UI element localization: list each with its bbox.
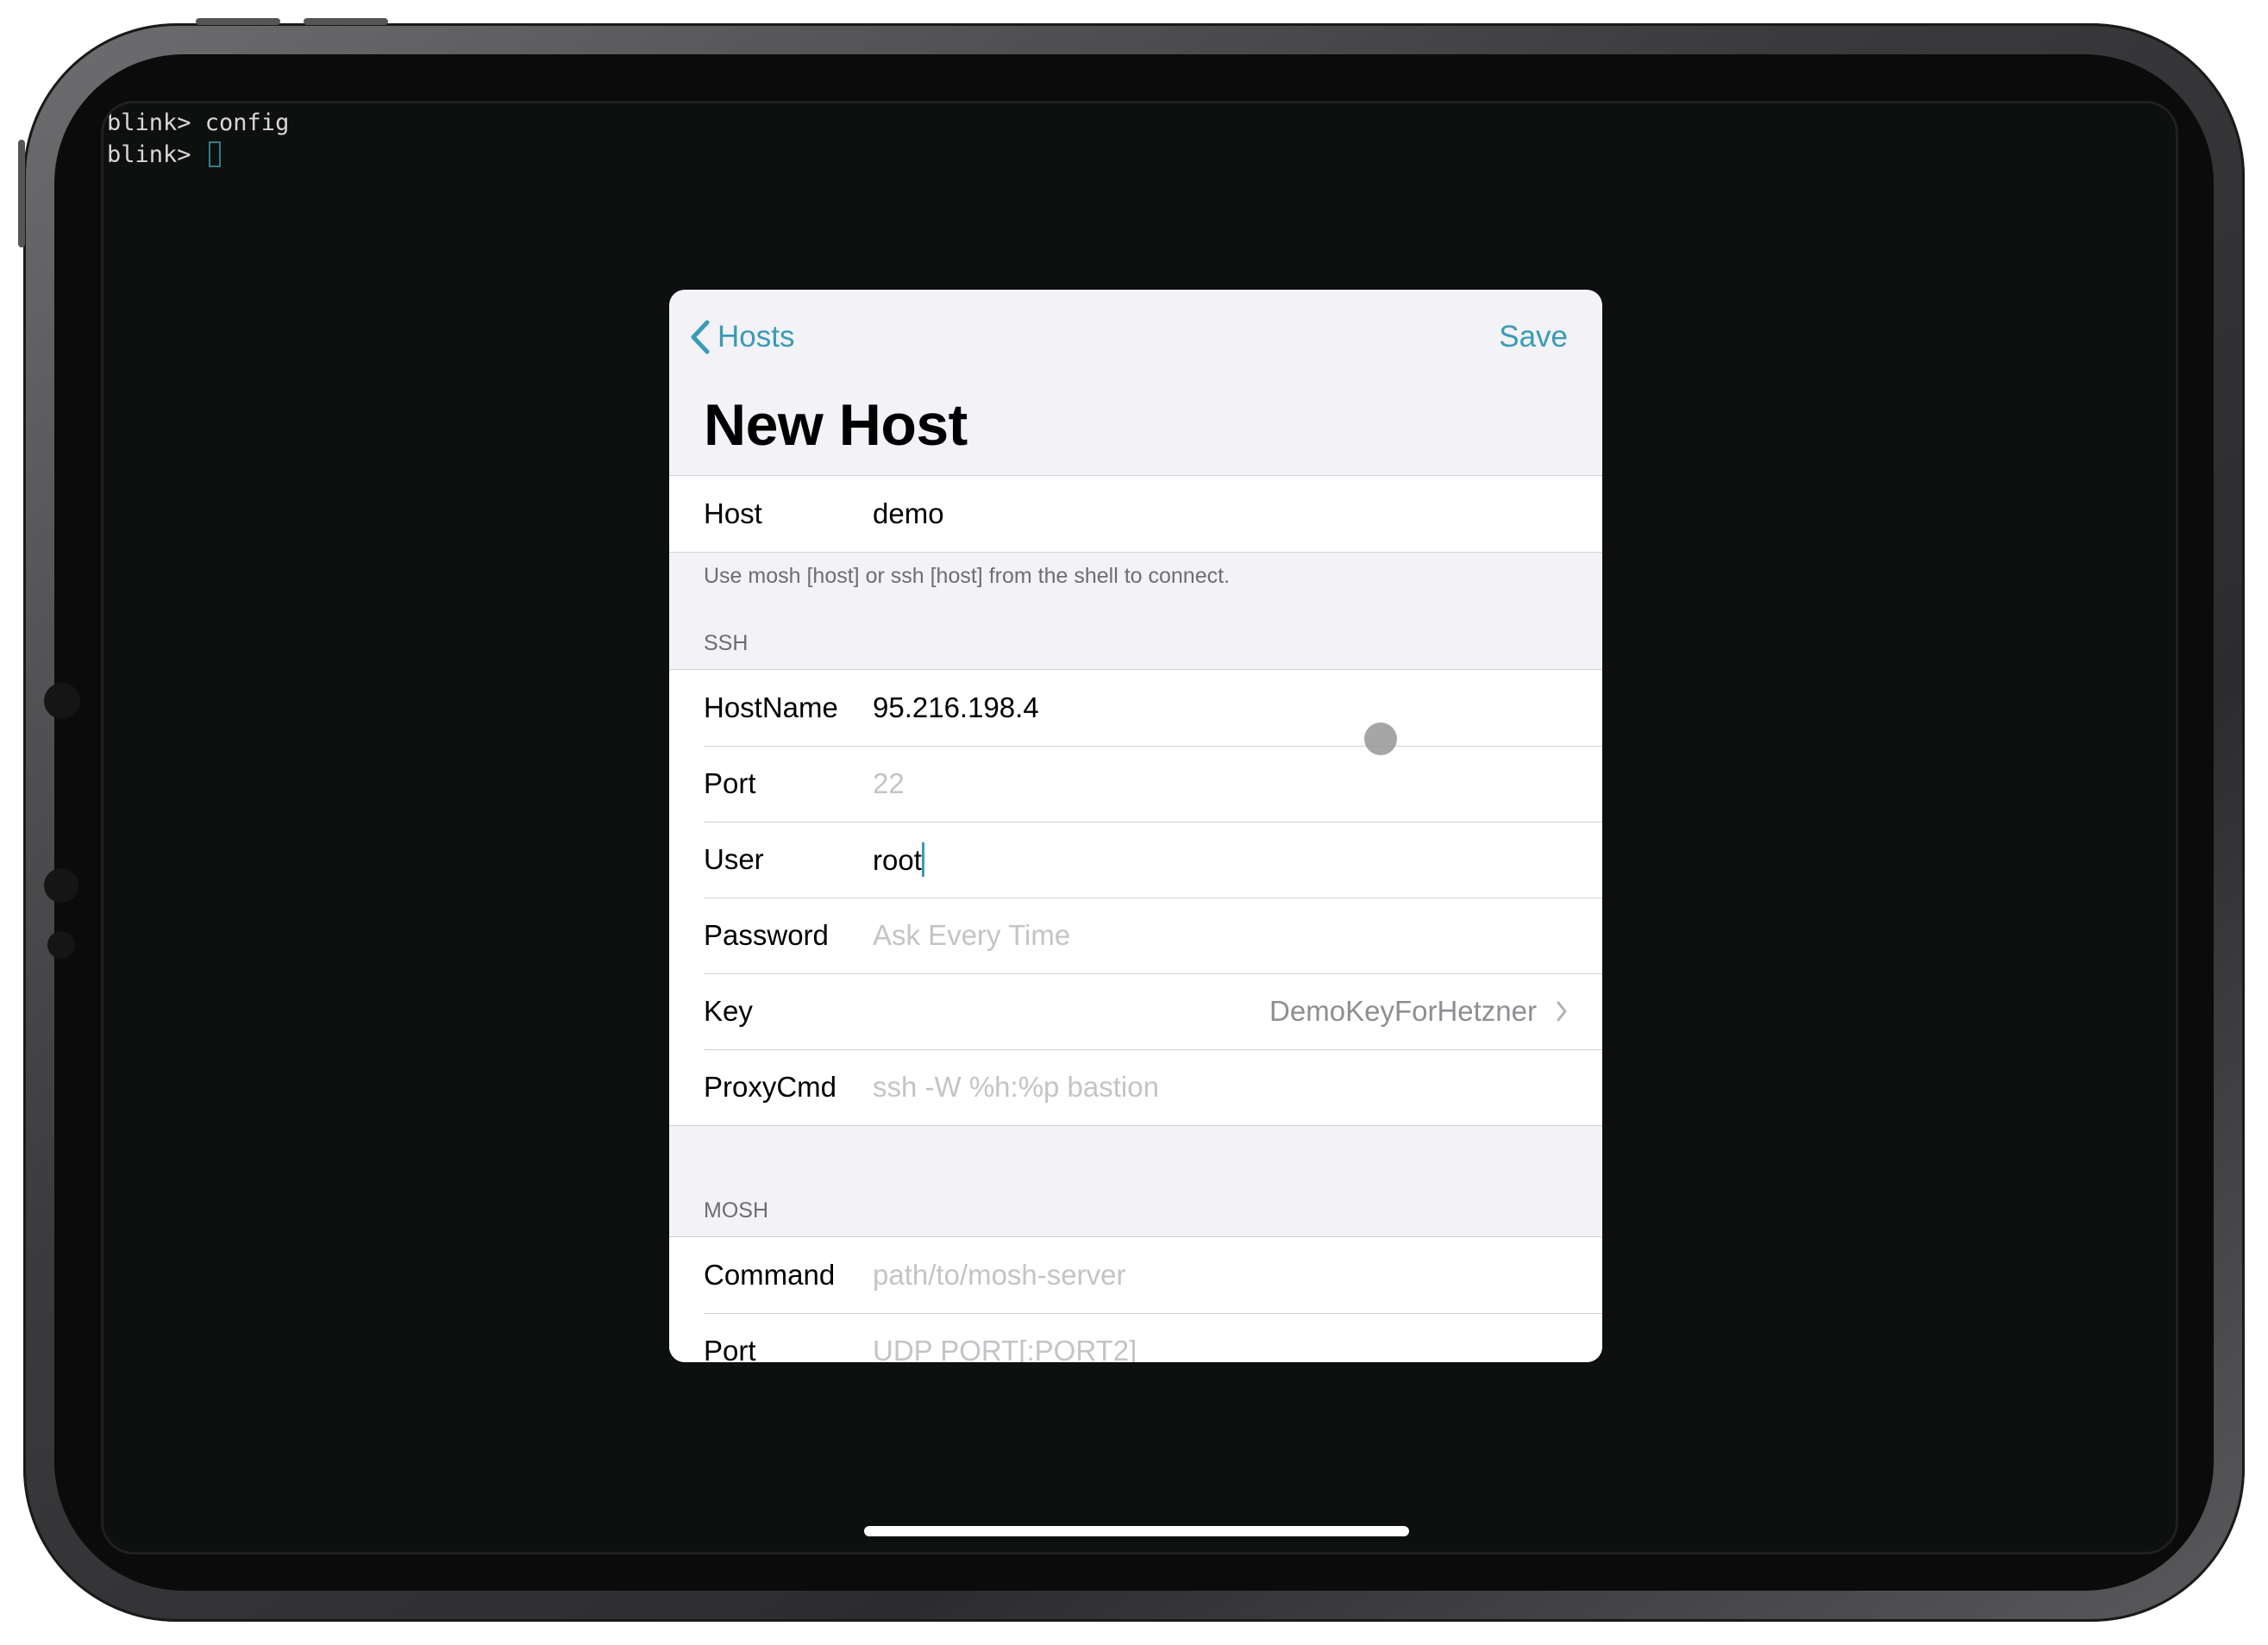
ssh-group: HostName 95.216.198.4 Port 22 User root … bbox=[669, 669, 1602, 1126]
navigation-bar: Hosts Save New Host bbox=[669, 290, 1602, 479]
user-field[interactable]: root bbox=[873, 842, 1568, 877]
password-field[interactable]: Ask Every Time bbox=[873, 919, 1568, 952]
home-indicator[interactable] bbox=[864, 1526, 1409, 1536]
terminal[interactable]: blink> config blink> bbox=[103, 103, 2176, 171]
mosh-command-row[interactable]: Command path/to/mosh-server bbox=[669, 1237, 1602, 1313]
host-row[interactable]: Host demo bbox=[669, 476, 1602, 552]
new-host-sheet: Hosts Save New Host Host demo Use mosh [… bbox=[669, 290, 1602, 1362]
terminal-line: blink> config bbox=[107, 109, 290, 136]
host-field[interactable]: demo bbox=[873, 497, 1568, 530]
chevron-right-icon bbox=[1557, 1001, 1567, 1022]
mosh-port-label: Port bbox=[704, 1335, 756, 1362]
port-field[interactable]: 22 bbox=[873, 767, 1568, 800]
save-button[interactable]: Save bbox=[1499, 316, 1568, 359]
ssh-section-header: SSH bbox=[704, 631, 749, 655]
user-label: User bbox=[704, 843, 764, 875]
password-row[interactable]: Password Ask Every Time bbox=[669, 898, 1602, 973]
chevron-left-icon bbox=[691, 320, 710, 354]
back-button-label: Hosts bbox=[717, 320, 795, 353]
key-label: Key bbox=[704, 995, 753, 1027]
terminal-prompt: blink> bbox=[107, 141, 205, 168]
hostname-row[interactable]: HostName 95.216.198.4 bbox=[669, 670, 1602, 746]
volume-button bbox=[196, 18, 280, 25]
password-label: Password bbox=[704, 919, 829, 951]
mosh-port-row[interactable]: Port UDP PORT[:PORT2] bbox=[669, 1313, 1602, 1362]
key-row[interactable]: Key DemoKeyForHetzner bbox=[669, 973, 1602, 1049]
terminal-cursor bbox=[208, 141, 221, 167]
proxycmd-field[interactable]: ssh -W %h:%p bastion bbox=[873, 1071, 1568, 1104]
page-title: New Host bbox=[704, 392, 968, 458]
mosh-command-field[interactable]: path/to/mosh-server bbox=[873, 1259, 1568, 1292]
mosh-group: Command path/to/mosh-server Port UDP POR… bbox=[669, 1236, 1602, 1362]
key-value: DemoKeyForHetzner bbox=[1269, 995, 1537, 1027]
volume-button bbox=[304, 18, 388, 25]
terminal-prompt-line: blink> bbox=[107, 139, 2176, 171]
sensor-dot bbox=[44, 868, 78, 903]
user-row[interactable]: User root bbox=[669, 822, 1602, 898]
text-cursor bbox=[921, 842, 924, 877]
mosh-command-label: Command bbox=[704, 1259, 836, 1291]
host-footer: Use mosh [host] or ssh [host] from the s… bbox=[704, 564, 1230, 588]
port-row[interactable]: Port 22 bbox=[669, 746, 1602, 822]
hostname-field[interactable]: 95.216.198.4 bbox=[873, 691, 1568, 724]
port-label: Port bbox=[704, 767, 756, 799]
proxycmd-row[interactable]: ProxyCmd ssh -W %h:%p bastion bbox=[669, 1049, 1602, 1125]
host-label: Host bbox=[704, 497, 762, 529]
mosh-section-header: MOSH bbox=[704, 1198, 768, 1223]
host-group: Host demo bbox=[669, 475, 1602, 553]
user-value: root bbox=[873, 844, 922, 876]
mosh-port-field[interactable]: UDP PORT[:PORT2] bbox=[873, 1335, 1568, 1362]
touch-indicator bbox=[1364, 722, 1397, 755]
hostname-label: HostName bbox=[704, 691, 838, 723]
back-button[interactable]: Hosts bbox=[690, 316, 794, 359]
side-button bbox=[18, 140, 25, 247]
key-disclosure: DemoKeyForHetzner bbox=[1269, 995, 1568, 1028]
camera-dot bbox=[44, 683, 80, 719]
sensor-dot bbox=[47, 931, 75, 959]
proxycmd-label: ProxyCmd bbox=[704, 1071, 837, 1103]
